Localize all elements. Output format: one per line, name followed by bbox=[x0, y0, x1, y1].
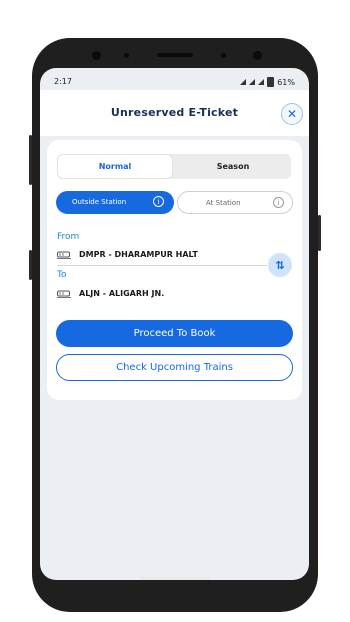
tab-normal[interactable]: Normal bbox=[58, 155, 172, 178]
train-icon bbox=[57, 290, 71, 298]
status-time: 2:17 bbox=[54, 77, 72, 86]
battery-percent: 61% bbox=[277, 77, 295, 87]
to-label: To bbox=[57, 270, 67, 280]
train-icon bbox=[57, 251, 71, 259]
sensor-right bbox=[221, 53, 226, 58]
signal-icon-2 bbox=[258, 79, 265, 85]
check-upcoming-trains-button[interactable]: Check Upcoming Trains bbox=[56, 354, 293, 381]
ticket-type-toggle: Normal Season bbox=[57, 154, 291, 179]
at-station-label: At Station bbox=[206, 199, 241, 207]
app-header: Unreserved E-Ticket ✕ bbox=[40, 90, 309, 136]
app-screen: 2:17 61% Unreserved E-Ticket ✕ Normal Se… bbox=[40, 68, 309, 580]
signal-icon bbox=[249, 79, 256, 85]
outside-station-label: Outside Station bbox=[72, 198, 127, 206]
sensor bbox=[124, 53, 129, 58]
booking-card: Normal Season Outside Station i At Stati… bbox=[47, 140, 302, 400]
wifi-icon bbox=[240, 79, 247, 85]
info-icon[interactable]: i bbox=[153, 196, 164, 207]
volume-button bbox=[29, 135, 32, 185]
info-icon[interactable]: i bbox=[273, 197, 284, 208]
home-indicator[interactable] bbox=[140, 577, 210, 580]
side-button bbox=[29, 250, 32, 280]
to-station-name: ALJN - ALIGARH JN. bbox=[79, 289, 165, 298]
at-station-option[interactable]: At Station i bbox=[177, 191, 293, 214]
front-camera bbox=[92, 51, 101, 60]
page-title: Unreserved E-Ticket bbox=[110, 106, 239, 119]
camera-right bbox=[253, 51, 262, 60]
power-button bbox=[318, 215, 321, 251]
status-icons: 61% bbox=[240, 77, 295, 87]
outside-station-option[interactable]: Outside Station i bbox=[56, 191, 174, 214]
to-station-field[interactable]: ALJN - ALIGARH JN. bbox=[57, 289, 164, 298]
from-label: From bbox=[57, 232, 80, 242]
status-bar: 2:17 61% bbox=[40, 68, 309, 90]
earpiece-speaker bbox=[157, 53, 193, 57]
swap-stations-button[interactable]: ⇅ bbox=[268, 253, 292, 277]
tab-season[interactable]: Season bbox=[175, 154, 291, 179]
from-station-field[interactable]: DMPR - DHARAMPUR HALT bbox=[57, 250, 198, 259]
close-icon: ✕ bbox=[286, 107, 298, 121]
proceed-to-book-button[interactable]: Proceed To Book bbox=[56, 320, 293, 347]
from-station-name: DMPR - DHARAMPUR HALT bbox=[79, 250, 198, 259]
battery-icon bbox=[267, 77, 275, 87]
close-button[interactable]: ✕ bbox=[281, 103, 303, 125]
swap-icon: ⇅ bbox=[275, 258, 285, 272]
divider bbox=[57, 265, 267, 266]
